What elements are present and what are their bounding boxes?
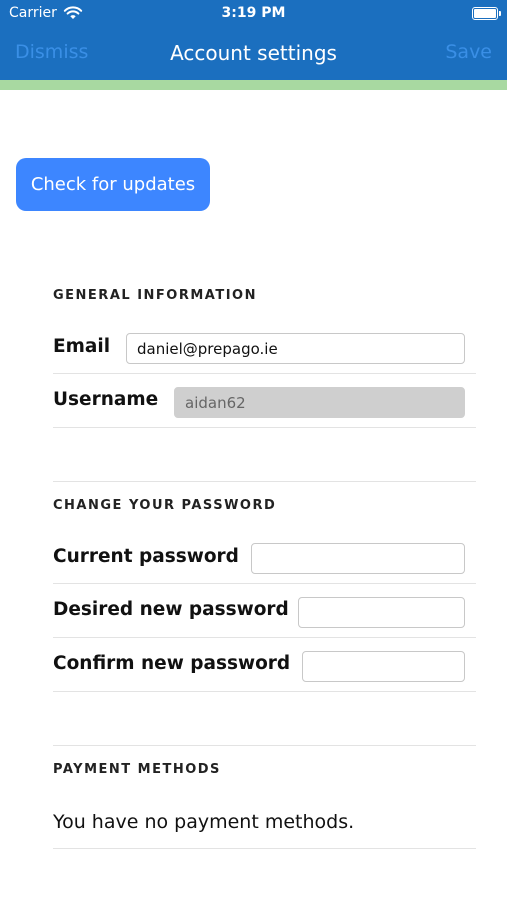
divider [53, 637, 476, 638]
save-button[interactable]: Save [445, 41, 492, 63]
general-section-title: GENERAL INFORMATION [53, 288, 257, 303]
check-for-updates-button[interactable]: Check for updates [16, 158, 210, 211]
battery-icon [472, 7, 501, 20]
username-label: Username [53, 389, 159, 410]
divider [53, 373, 476, 374]
payment-section-title: PAYMENT METHODS [53, 762, 221, 777]
current-password-label: Current password [53, 546, 239, 567]
divider [53, 848, 476, 849]
confirm-password-field[interactable] [302, 651, 465, 682]
status-time: 3:19 PM [221, 5, 286, 21]
username-field [174, 387, 465, 418]
password-section-title: CHANGE YOUR PASSWORD [53, 498, 277, 513]
current-password-field[interactable] [251, 543, 465, 574]
desired-password-field[interactable] [298, 597, 465, 628]
no-payment-methods-text: You have no payment methods. [53, 811, 355, 833]
nav-bar: Dismiss Account settings Save [0, 32, 507, 76]
divider [53, 583, 476, 584]
divider [53, 745, 476, 746]
page-title: Account settings [170, 41, 337, 65]
status-bar: Carrier 3:19 PM [0, 0, 507, 28]
desired-password-label: Desired new password [53, 599, 289, 620]
email-field[interactable] [126, 333, 465, 364]
header: Carrier 3:19 PM Dismiss Account settings… [0, 0, 507, 80]
email-label: Email [53, 336, 111, 357]
confirm-password-label: Confirm new password [53, 653, 291, 674]
divider [53, 427, 476, 428]
divider [53, 691, 476, 692]
divider [53, 481, 476, 482]
accent-strip [0, 80, 507, 90]
